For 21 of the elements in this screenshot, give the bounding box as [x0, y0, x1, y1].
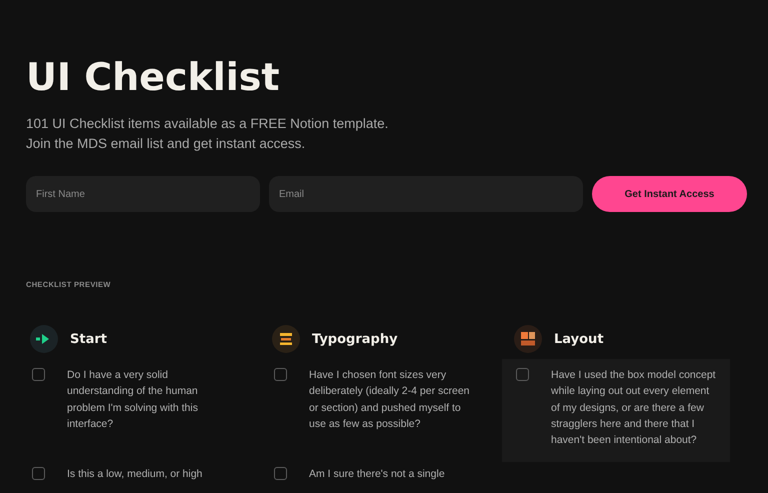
- intro-text: Join the MDS email list and get instant access.: [26, 135, 306, 153]
- checklist-item: Am I sure there's not a single: [309, 467, 446, 482]
- text-lines-icon: [272, 325, 300, 353]
- get-access-button[interactable]: Get Instant Access: [592, 176, 747, 212]
- checkbox[interactable]: [32, 368, 45, 381]
- intro-text: 101 UI Checklist items available as a FREE Notion template.: [26, 115, 390, 133]
- checkbox[interactable]: [274, 467, 287, 480]
- name-field[interactable]: First Name: [26, 176, 260, 212]
- checklist-item: Is this a low, medium, or high: [67, 467, 204, 482]
- page-title: UI Checklist: [26, 54, 281, 100]
- section-title: Start: [70, 332, 107, 346]
- email-field[interactable]: Email: [269, 176, 583, 212]
- checklist-item: Do I have a very solid understanding of the human problem I'm solving with this interface?: [67, 368, 199, 432]
- layout-icon: [514, 325, 542, 353]
- section-title: Layout: [554, 332, 604, 346]
- checkbox[interactable]: [516, 368, 529, 381]
- checkbox[interactable]: [32, 467, 45, 480]
- checklist-item: Have I used the box model concept while laying out out every element of my designs, or are there a few stragglers here and there that I haven't been intentional about?: [551, 368, 716, 448]
- checkbox[interactable]: [274, 368, 287, 381]
- section-title: Typography: [312, 332, 398, 346]
- checklist-item: Have I chosen font sizes very deliberately (ideally 2-4 per screen or section) and pushed myself to use as few as possible?: [309, 368, 470, 432]
